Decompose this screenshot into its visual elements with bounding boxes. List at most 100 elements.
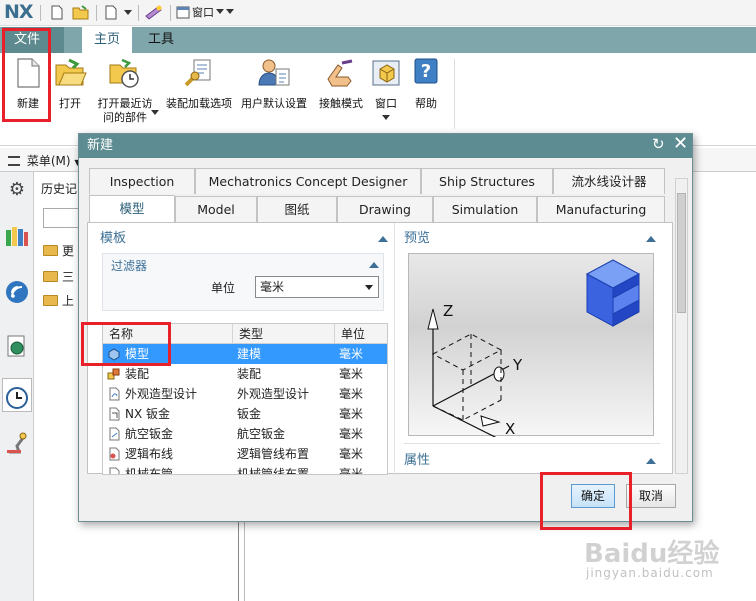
- cell-unit: 毫米: [339, 467, 364, 475]
- nx-window: NX 窗口 文件(F) 主页 工具 新建 打开: [0, 0, 756, 601]
- resource-bar: ⚙: [0, 172, 34, 601]
- chevron-down-icon[interactable]: [382, 115, 390, 121]
- table-row[interactable]: 逻辑布线 逻辑管线布置 毫米: [103, 444, 387, 464]
- window-button-label: 窗口: [375, 97, 397, 110]
- table-row[interactable]: 外观造型设计 外观造型设计 毫米: [103, 384, 387, 404]
- properties-section-header[interactable]: 属性: [404, 451, 430, 471]
- help-button[interactable]: ? 帮助: [408, 57, 444, 111]
- cancel-button[interactable]: 取消: [626, 484, 676, 508]
- assembly-load-options-label: 装配加载选项: [166, 97, 232, 110]
- user-settings-icon: [258, 59, 290, 86]
- collapse-icon[interactable]: [369, 262, 379, 268]
- preview-axes-image: Z Y X: [427, 259, 641, 439]
- list-item[interactable]: 三: [43, 266, 74, 286]
- column-header-unit[interactable]: 单位: [335, 324, 387, 344]
- tab-home[interactable]: 主页: [82, 27, 133, 53]
- table-row[interactable]: 航空钣金 航空钣金 毫米: [103, 424, 387, 444]
- web-browser-icon[interactable]: [5, 334, 29, 358]
- tab-inspection[interactable]: Inspection: [89, 168, 195, 194]
- ribbon-tab-bar: 文件(F) 主页 工具: [0, 27, 756, 73]
- tab-line-designer[interactable]: 流水线设计器: [553, 168, 665, 194]
- reset-icon[interactable]: ↻: [652, 135, 665, 153]
- window-menu[interactable]: 窗口: [176, 4, 234, 20]
- cell-name: 外观造型设计: [125, 387, 198, 401]
- preview-box-icon: [585, 259, 641, 327]
- table-row[interactable]: 装配 装配 毫米: [103, 364, 387, 384]
- folder-icon: [43, 270, 58, 282]
- highlight-ok-button: [540, 472, 632, 530]
- table-row[interactable]: 机械布管 机械管线布置 毫米: [103, 464, 387, 475]
- sheet-metal-icon: [109, 407, 120, 421]
- list-item[interactable]: 更: [43, 240, 74, 260]
- open-button[interactable]: 打开: [52, 57, 88, 111]
- touch-hand-icon: [327, 59, 353, 87]
- table-row[interactable]: NX 钣金 钣金 毫米: [103, 404, 387, 424]
- touch-pen-icon[interactable]: [144, 4, 164, 20]
- highlight-new-button: [2, 28, 51, 122]
- open-folder-icon[interactable]: [72, 5, 90, 20]
- cell-unit: 毫米: [339, 367, 364, 381]
- column-header-type[interactable]: 类型: [233, 324, 335, 344]
- tab-simulation[interactable]: Simulation: [433, 196, 537, 222]
- tab-model-cn[interactable]: 模型: [89, 195, 175, 223]
- touch-mode-button[interactable]: 接触模式: [316, 57, 366, 111]
- user-defaults-button[interactable]: 用户默认设置: [238, 57, 310, 111]
- new-file-icon[interactable]: [50, 5, 64, 20]
- aero-sheet-metal-icon: [109, 427, 120, 441]
- shape-studio-icon: [109, 387, 120, 401]
- nx-logo: NX: [4, 1, 34, 23]
- axis-x-label: X: [505, 420, 515, 437]
- assembly-load-options-button[interactable]: 装配加载选项: [164, 57, 234, 111]
- scrollbar-thumb[interactable]: [677, 193, 686, 313]
- dialog-scrollbar[interactable]: [675, 178, 688, 474]
- svg-text:?: ?: [421, 61, 431, 82]
- tab-manufacturing[interactable]: Manufacturing: [537, 196, 665, 222]
- unit-select[interactable]: 毫米: [255, 276, 379, 298]
- chevron-down-icon[interactable]: [124, 10, 132, 16]
- help-button-label: 帮助: [415, 97, 437, 110]
- tab-drawing[interactable]: Drawing: [337, 196, 433, 222]
- template-section-header[interactable]: 模板: [100, 229, 126, 249]
- collapse-icon[interactable]: [378, 236, 388, 242]
- cell-unit: 毫米: [339, 387, 364, 401]
- unit-select-value: 毫米: [260, 280, 285, 294]
- help-icon: ?: [414, 58, 438, 84]
- cell-type: 航空钣金: [237, 427, 286, 441]
- watermark-url: jingyan.baidu.com: [586, 566, 714, 580]
- menu-button[interactable]: 菜单(M) ▼: [8, 152, 81, 169]
- robot-arm-icon[interactable]: [5, 430, 29, 454]
- chevron-down-icon[interactable]: [151, 110, 159, 116]
- preview-section-header[interactable]: 预览: [404, 229, 430, 249]
- list-item[interactable]: 上: [43, 290, 74, 310]
- tab-tools[interactable]: 工具: [136, 27, 186, 53]
- cell-name: NX 钣金: [125, 407, 171, 421]
- list-item-label: 上: [62, 293, 75, 308]
- collapse-icon[interactable]: [646, 236, 656, 242]
- list-item-label: 更: [62, 243, 75, 258]
- window-button[interactable]: 窗口: [368, 57, 404, 111]
- cell-type: 建模: [237, 347, 262, 361]
- watermark-brand: Baidu经验: [584, 539, 720, 569]
- tab-model[interactable]: Model: [175, 196, 257, 222]
- open-recent-label-line1: 打开最近访: [97, 97, 153, 110]
- collapse-icon[interactable]: [646, 458, 656, 464]
- cell-name: 逻辑布线: [125, 447, 174, 461]
- cell-type: 钣金: [237, 407, 262, 421]
- ribbon-group-divider: [454, 59, 455, 129]
- menu-button-label: 菜单(M): [26, 154, 71, 168]
- gear-icon[interactable]: ⚙: [5, 178, 29, 202]
- close-icon[interactable]: ✕: [673, 133, 688, 154]
- tab-mechatronics[interactable]: Mechatronics Concept Designer: [195, 168, 421, 194]
- tab-drawing-cn[interactable]: 图纸: [257, 196, 337, 222]
- tab-ship-structures[interactable]: Ship Structures: [421, 168, 553, 194]
- open-recent-button[interactable]: 打开最近访 问的部件: [92, 57, 158, 125]
- feed-icon[interactable]: [5, 280, 29, 304]
- window-menu-label: 窗口: [192, 6, 214, 19]
- clock-icon[interactable]: [5, 386, 29, 410]
- separator: [96, 5, 97, 21]
- part-navigator-icon[interactable]: [5, 224, 29, 248]
- navigator-title: 历史记: [41, 182, 78, 196]
- assembly-icon: [107, 368, 120, 380]
- filter-section-header[interactable]: 过滤器: [111, 256, 147, 276]
- new-file-dropdown-icon[interactable]: [104, 5, 118, 20]
